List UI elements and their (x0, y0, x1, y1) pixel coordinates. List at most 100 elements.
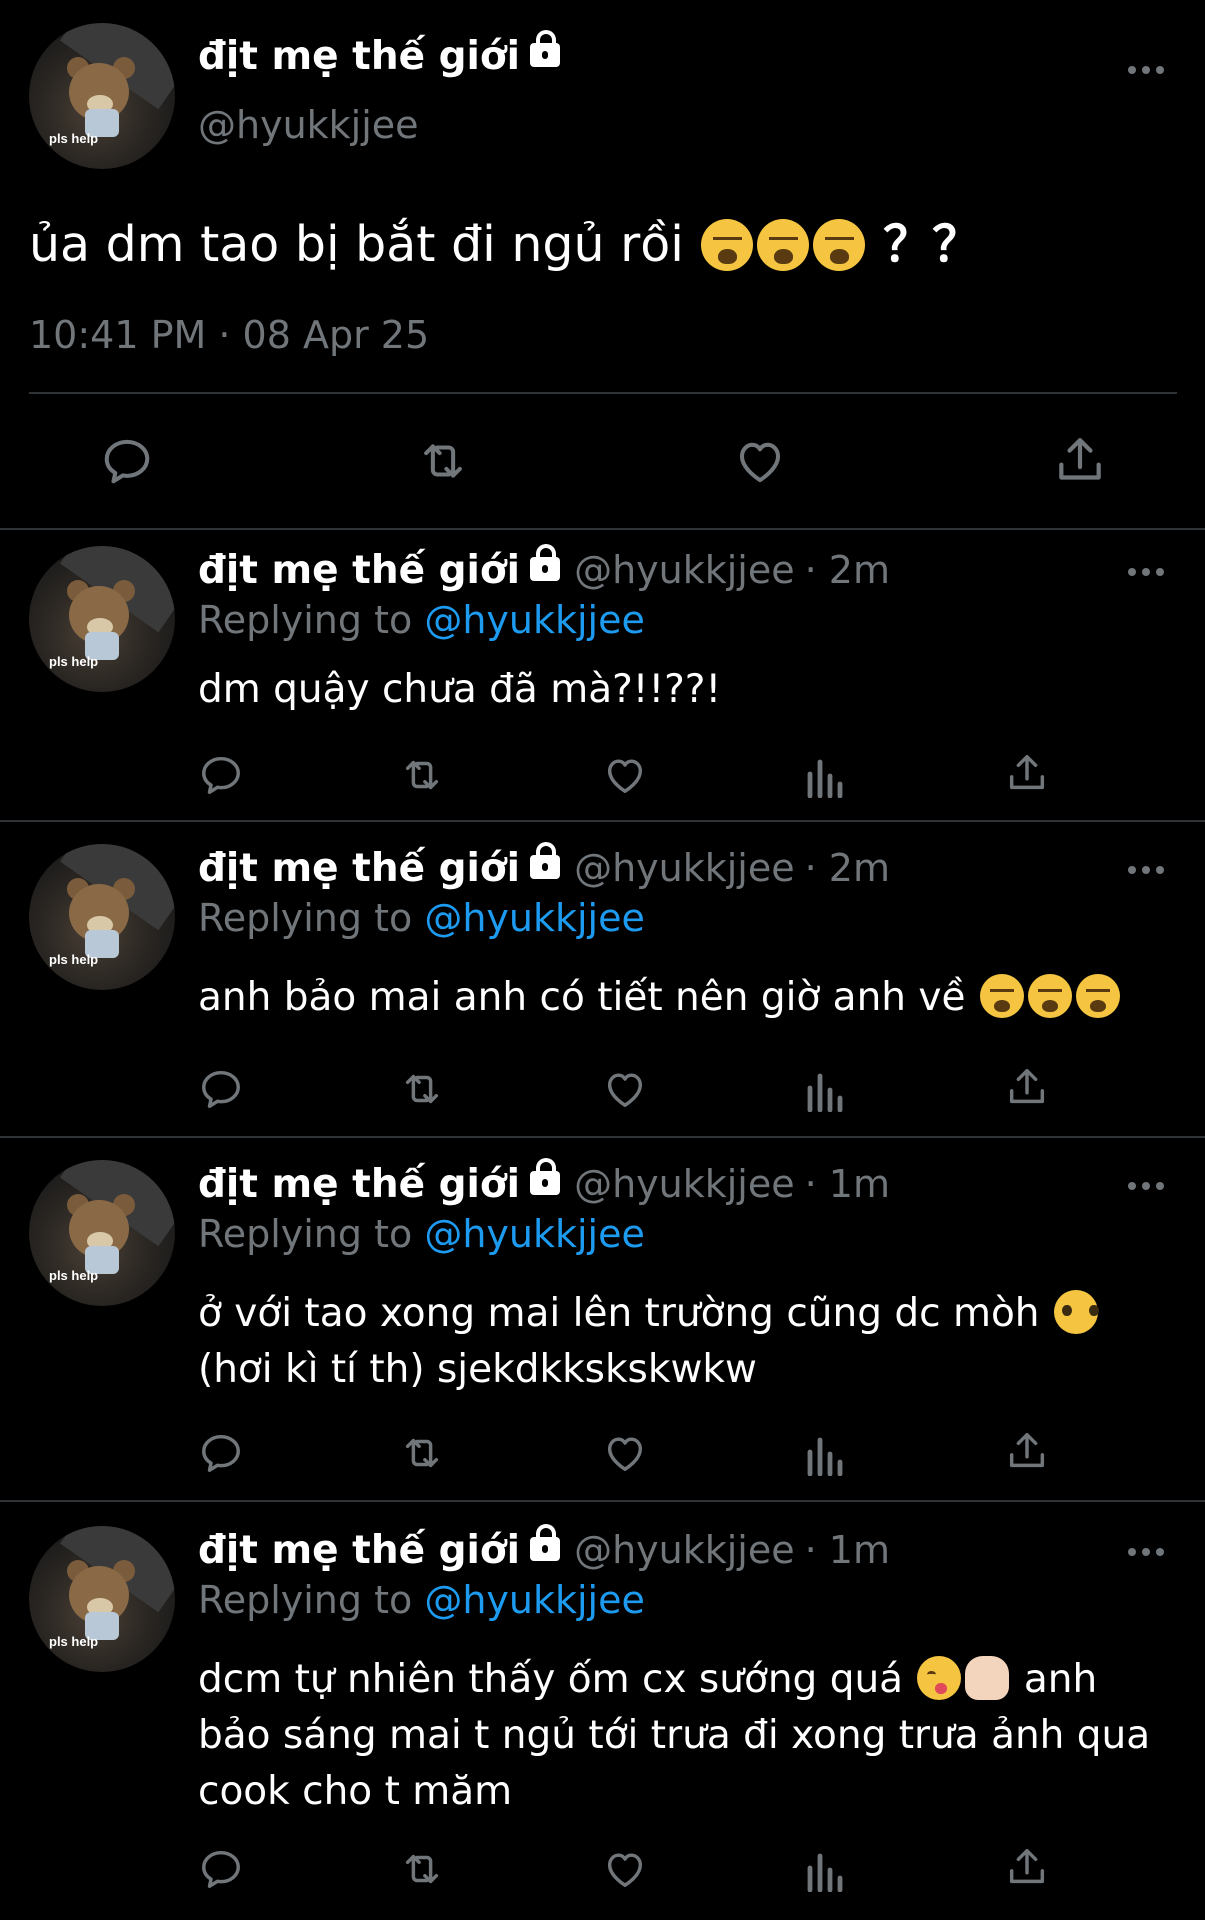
face-savoring-food-emoji-icon (917, 1656, 962, 1700)
replying-to: Replying to @hyukkjjee (198, 1212, 645, 1256)
tweet-text-body: ủa dm tao bị bắt đi ngủ rồi (29, 216, 684, 273)
heart-icon[interactable] (602, 1430, 648, 1476)
replying-handle-link[interactable]: @hyukkjjee (424, 896, 645, 940)
replying-to: Replying to @hyukkjjee (198, 896, 645, 940)
reply-icon[interactable] (198, 1430, 244, 1476)
lock-icon (530, 1524, 561, 1561)
avatar-tag: pls help (49, 1634, 99, 1649)
avatar-tag: pls help (49, 1268, 99, 1283)
more-icon[interactable] (1128, 66, 1166, 76)
timestamp[interactable]: 10:41 PM · 08 Apr 25 (29, 313, 429, 357)
display-name-text: địt mẹ thế giới (198, 1528, 521, 1573)
loudly-crying-emoji-icon (1027, 974, 1072, 1018)
more-icon[interactable] (1128, 1548, 1166, 1558)
reply-icon[interactable] (100, 434, 154, 488)
replying-prefix: Replying to (198, 1212, 413, 1256)
reply-text-body: ở với tao xong mai lên trường cũng dc mò… (198, 1291, 1040, 1336)
reply-time[interactable]: · 2m (805, 846, 890, 890)
avatar-tag: pls help (49, 131, 99, 146)
reply-text-line3: cook cho t măm (198, 1769, 513, 1814)
retweet-icon[interactable] (396, 1430, 448, 1476)
replying-handle-link[interactable]: @hyukkjjee (424, 1212, 645, 1256)
handle[interactable]: @hyukkjjee (574, 1528, 795, 1572)
more-icon[interactable] (1128, 568, 1166, 578)
display-name-text: địt mẹ thế giới (198, 846, 521, 891)
heart-icon[interactable] (602, 1066, 648, 1112)
avatar-tag: pls help (49, 654, 99, 669)
handle[interactable]: @hyukkjjee (574, 548, 795, 592)
handle[interactable]: @hyukkjjee (574, 1162, 795, 1206)
reply-icon[interactable] (198, 1066, 244, 1112)
more-icon[interactable] (1128, 1182, 1166, 1192)
display-name[interactable]: địt mẹ thế giới @hyukkjjee · 2m (198, 544, 890, 593)
loudly-crying-emoji-icon (979, 974, 1024, 1018)
views-icon[interactable] (806, 1848, 846, 1892)
reply-time[interactable]: · 1m (805, 1162, 890, 1206)
tweet-text-tail: ？？ (883, 216, 982, 273)
avatar[interactable]: pls help (29, 1526, 175, 1672)
heart-icon[interactable] (732, 434, 788, 488)
replying-prefix: Replying to (198, 896, 413, 940)
reply-text: anh bảo mai anh có tiết nên giờ anh về (198, 970, 1158, 1026)
share-icon[interactable] (1004, 1428, 1050, 1474)
heart-icon[interactable] (602, 1846, 648, 1892)
display-name-text: địt mẹ thế giới (198, 34, 521, 79)
replying-prefix: Replying to (198, 1578, 413, 1622)
retweet-icon[interactable] (396, 1066, 448, 1112)
loudly-crying-emoji-icon (701, 219, 754, 271)
divider (0, 1136, 1205, 1138)
share-icon[interactable] (1004, 750, 1050, 796)
more-icon[interactable] (1128, 866, 1166, 876)
reply-text-body: anh bảo mai anh có tiết nên giờ anh về (198, 975, 966, 1020)
thumbs-up-emoji-icon (965, 1656, 1010, 1700)
replying-handle-link[interactable]: @hyukkjjee (424, 598, 645, 642)
display-name[interactable]: địt mẹ thế giới @hyukkjjee · 2m (198, 842, 890, 891)
avatar[interactable]: pls help (29, 23, 175, 169)
avatar[interactable]: pls help (29, 1160, 175, 1306)
reply-time[interactable]: · 1m (805, 1528, 890, 1572)
loudly-crying-emoji-icon (813, 219, 866, 271)
display-name[interactable]: địt mẹ thế giới (198, 30, 561, 79)
reply-text: dcm tự nhiên thấy ốm cx sướng quá anh bả… (198, 1652, 1158, 1820)
lock-icon (530, 544, 561, 581)
retweet-icon[interactable] (396, 752, 448, 798)
replying-to: Replying to @hyukkjjee (198, 598, 645, 642)
divider (29, 392, 1177, 394)
views-icon[interactable] (806, 1432, 846, 1476)
reply-time[interactable]: · 2m (805, 548, 890, 592)
retweet-icon[interactable] (396, 1846, 448, 1892)
views-icon[interactable] (806, 754, 846, 798)
loudly-crying-emoji-icon (1075, 974, 1120, 1018)
handle[interactable]: @hyukkjjee (574, 846, 795, 890)
reply-text-line2: (hơi kì tí th) sjekdkkskskwkw (198, 1347, 757, 1392)
share-icon[interactable] (1052, 432, 1108, 488)
reply-text: ở với tao xong mai lên trường cũng dc mò… (198, 1286, 1158, 1398)
lock-icon (530, 30, 561, 67)
reply-icon[interactable] (198, 752, 244, 798)
divider (0, 1500, 1205, 1502)
display-name[interactable]: địt mẹ thế giới @hyukkjjee · 1m (198, 1524, 890, 1573)
display-name[interactable]: địt mẹ thế giới @hyukkjjee · 1m (198, 1158, 890, 1207)
lock-icon (530, 842, 561, 879)
lock-icon (530, 1158, 561, 1195)
handle[interactable]: @hyukkjjee (198, 103, 419, 147)
reply-text-body: dm quậy chưa đã mà?!!??! (198, 667, 722, 712)
avatar-tag: pls help (49, 952, 99, 967)
reply-text-line2: bảo sáng mai t ngủ tới trưa đi xong trưa… (198, 1713, 1151, 1758)
reply-text-body: dcm tự nhiên thấy ốm cx sướng quá (198, 1657, 904, 1702)
reply-icon[interactable] (198, 1846, 244, 1892)
views-icon[interactable] (806, 1068, 846, 1112)
retweet-icon[interactable] (412, 434, 474, 488)
reply-text-after: anh (1023, 1657, 1098, 1702)
share-icon[interactable] (1004, 1844, 1050, 1890)
avatar[interactable]: pls help (29, 844, 175, 990)
heart-icon[interactable] (602, 752, 648, 798)
avatar[interactable]: pls help (29, 546, 175, 692)
share-icon[interactable] (1004, 1064, 1050, 1110)
replying-handle-link[interactable]: @hyukkjjee (424, 1578, 645, 1622)
replying-prefix: Replying to (198, 598, 413, 642)
divider (0, 820, 1205, 822)
pleading-face-emoji-icon (1053, 1290, 1098, 1334)
display-name-text: địt mẹ thế giới (198, 548, 521, 593)
divider (0, 528, 1205, 530)
